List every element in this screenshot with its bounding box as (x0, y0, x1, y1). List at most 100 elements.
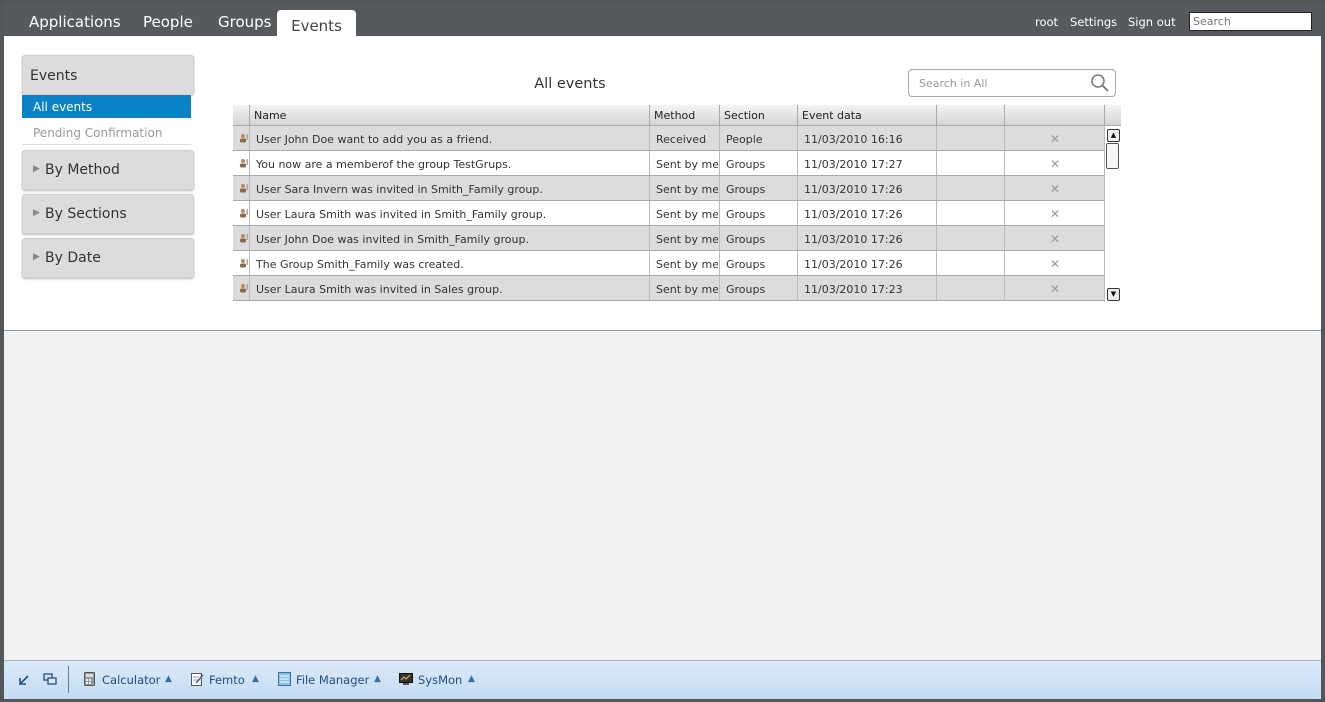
scroll-thumb[interactable] (1106, 143, 1119, 169)
scroll-up-icon[interactable]: ▲ (1107, 129, 1120, 142)
cell-divider (936, 126, 937, 150)
cell-divider (1004, 251, 1005, 275)
sidebar-header-events[interactable]: Events (22, 55, 194, 95)
global-search-input[interactable] (1189, 12, 1312, 31)
column-header-method[interactable]: Method (649, 105, 719, 125)
femto-editor-icon (191, 673, 204, 686)
cell-divider (936, 201, 937, 225)
cell-divider (719, 151, 720, 175)
sidebar-item-all-events[interactable]: All events (22, 95, 191, 118)
table-row[interactable]: User John Doe want to add you as a frien… (233, 126, 1104, 151)
cell-divider (649, 251, 650, 275)
cell-divider (249, 251, 250, 275)
taskbar-arrow-up-icon[interactable]: ▲ (165, 674, 172, 684)
expand-triangle-icon: ▶ (33, 252, 40, 262)
cell-section: Groups (726, 208, 766, 221)
user-link-root[interactable]: root (1035, 15, 1058, 29)
expand-triangle-icon: ▶ (33, 164, 40, 174)
event-user-icon (240, 234, 248, 243)
cell-divider (797, 276, 798, 300)
cell-divider (936, 226, 937, 250)
column-header-blank (936, 105, 1004, 125)
column-header-name[interactable]: Name (249, 105, 649, 125)
table-row[interactable]: User Sara Invern was invited in Smith_Fa… (233, 176, 1104, 201)
top-nav-bar: Applications People Groups Events root S… (4, 4, 1321, 40)
delete-x-icon[interactable]: ✕ (1048, 176, 1062, 200)
cell-divider (1004, 176, 1005, 200)
cell-method: Sent by me (656, 283, 718, 296)
events-table: Name Method Section Event data User John… (233, 105, 1122, 302)
taskbar-separator (68, 666, 69, 693)
tab-applications[interactable]: Applications (29, 4, 121, 36)
cell-divider (249, 201, 250, 225)
delete-x-icon[interactable]: ✕ (1048, 276, 1062, 300)
table-row[interactable]: User Laura Smith was invited in Smith_Fa… (233, 201, 1104, 226)
cell-section: Groups (726, 283, 766, 296)
cell-divider (649, 176, 650, 200)
minimize-all-icon[interactable] (18, 674, 30, 686)
cell-divider (1004, 151, 1005, 175)
taskbar-app-file-manager[interactable]: File Manager (296, 673, 369, 687)
cell-divider (1004, 276, 1005, 300)
sign-out-link[interactable]: Sign out (1128, 15, 1176, 29)
cell-name: User John Doe want to add you as a frien… (256, 133, 493, 146)
delete-x-icon[interactable]: ✕ (1048, 151, 1062, 175)
taskbar-arrow-up-icon[interactable]: ▲ (374, 674, 381, 684)
taskbar-app-calculator[interactable]: Calculator (102, 673, 160, 687)
window-switch-icon[interactable] (43, 673, 57, 686)
taskbar-app-femto[interactable]: Femto (209, 673, 245, 687)
table-row[interactable]: User John Doe was invited in Smith_Famil… (233, 226, 1104, 251)
cell-method: Sent by me (656, 183, 718, 196)
cell-method: Sent by me (656, 258, 718, 271)
cell-section: Groups (726, 258, 766, 271)
column-header-section[interactable]: Section (719, 105, 797, 125)
desktop-frame: Applications People Groups Events root S… (0, 0, 1325, 702)
sidebar-item-label: All events (33, 100, 93, 114)
sidebar-group-by-sections[interactable]: ▶ By Sections (22, 194, 194, 234)
delete-x-icon[interactable]: ✕ (1048, 226, 1062, 250)
column-header-scroll (1104, 105, 1121, 125)
cell-event-date: 11/03/2010 16:16 (804, 133, 903, 146)
cell-divider (797, 226, 798, 250)
tab-groups[interactable]: Groups (218, 4, 271, 36)
sidebar-group-by-method[interactable]: ▶ By Method (22, 150, 194, 190)
cell-divider (719, 276, 720, 300)
event-user-icon (240, 209, 248, 218)
taskbar-arrow-up-icon[interactable]: ▲ (252, 674, 259, 684)
cell-divider (249, 226, 250, 250)
event-user-icon (240, 159, 248, 168)
file-manager-icon (278, 672, 291, 686)
tab-people[interactable]: People (143, 4, 193, 36)
cell-method: Sent by me (656, 158, 718, 171)
cell-divider (649, 151, 650, 175)
table-row[interactable]: User Laura Smith was invited in Sales gr… (233, 276, 1104, 301)
scroll-down-icon[interactable]: ▼ (1107, 288, 1120, 301)
cell-event-date: 11/03/2010 17:26 (804, 208, 903, 221)
taskbar-arrow-up-icon[interactable]: ▲ (468, 674, 475, 684)
sidebar-group-by-date[interactable]: ▶ By Date (22, 238, 194, 278)
taskbar: Calculator ▲ Femto ▲ File Manager ▲ SysM… (4, 660, 1321, 699)
delete-x-icon[interactable]: ✕ (1048, 251, 1062, 275)
cell-divider (249, 276, 250, 300)
delete-x-icon[interactable]: ✕ (1048, 201, 1062, 225)
cell-divider (797, 251, 798, 275)
search-icon[interactable] (1090, 73, 1110, 93)
cell-event-date: 11/03/2010 17:26 (804, 183, 903, 196)
cell-name: User Laura Smith was invited in Smith_Fa… (256, 208, 547, 221)
table-row[interactable]: You now are a memberof the group TestGru… (233, 151, 1104, 176)
cell-event-date: 11/03/2010 17:27 (804, 158, 903, 171)
event-user-icon (240, 134, 248, 143)
column-header-event-data[interactable]: Event data (797, 105, 937, 125)
delete-x-icon[interactable]: ✕ (1048, 126, 1062, 150)
settings-link[interactable]: Settings (1070, 15, 1117, 29)
taskbar-app-sysmon[interactable]: SysMon (418, 673, 462, 687)
cell-event-date: 11/03/2010 17:23 (804, 283, 903, 296)
list-search-input[interactable]: Search in All (908, 69, 1116, 97)
cell-divider (1004, 201, 1005, 225)
cell-divider (719, 226, 720, 250)
table-row[interactable]: The Group Smith_Family was created. Sent … (233, 251, 1104, 276)
cell-divider (719, 251, 720, 275)
vertical-scrollbar[interactable]: ▲ ▼ (1104, 126, 1122, 302)
sidebar-item-pending-confirmation[interactable]: Pending Confirmation (22, 120, 191, 145)
cell-divider (249, 176, 250, 200)
